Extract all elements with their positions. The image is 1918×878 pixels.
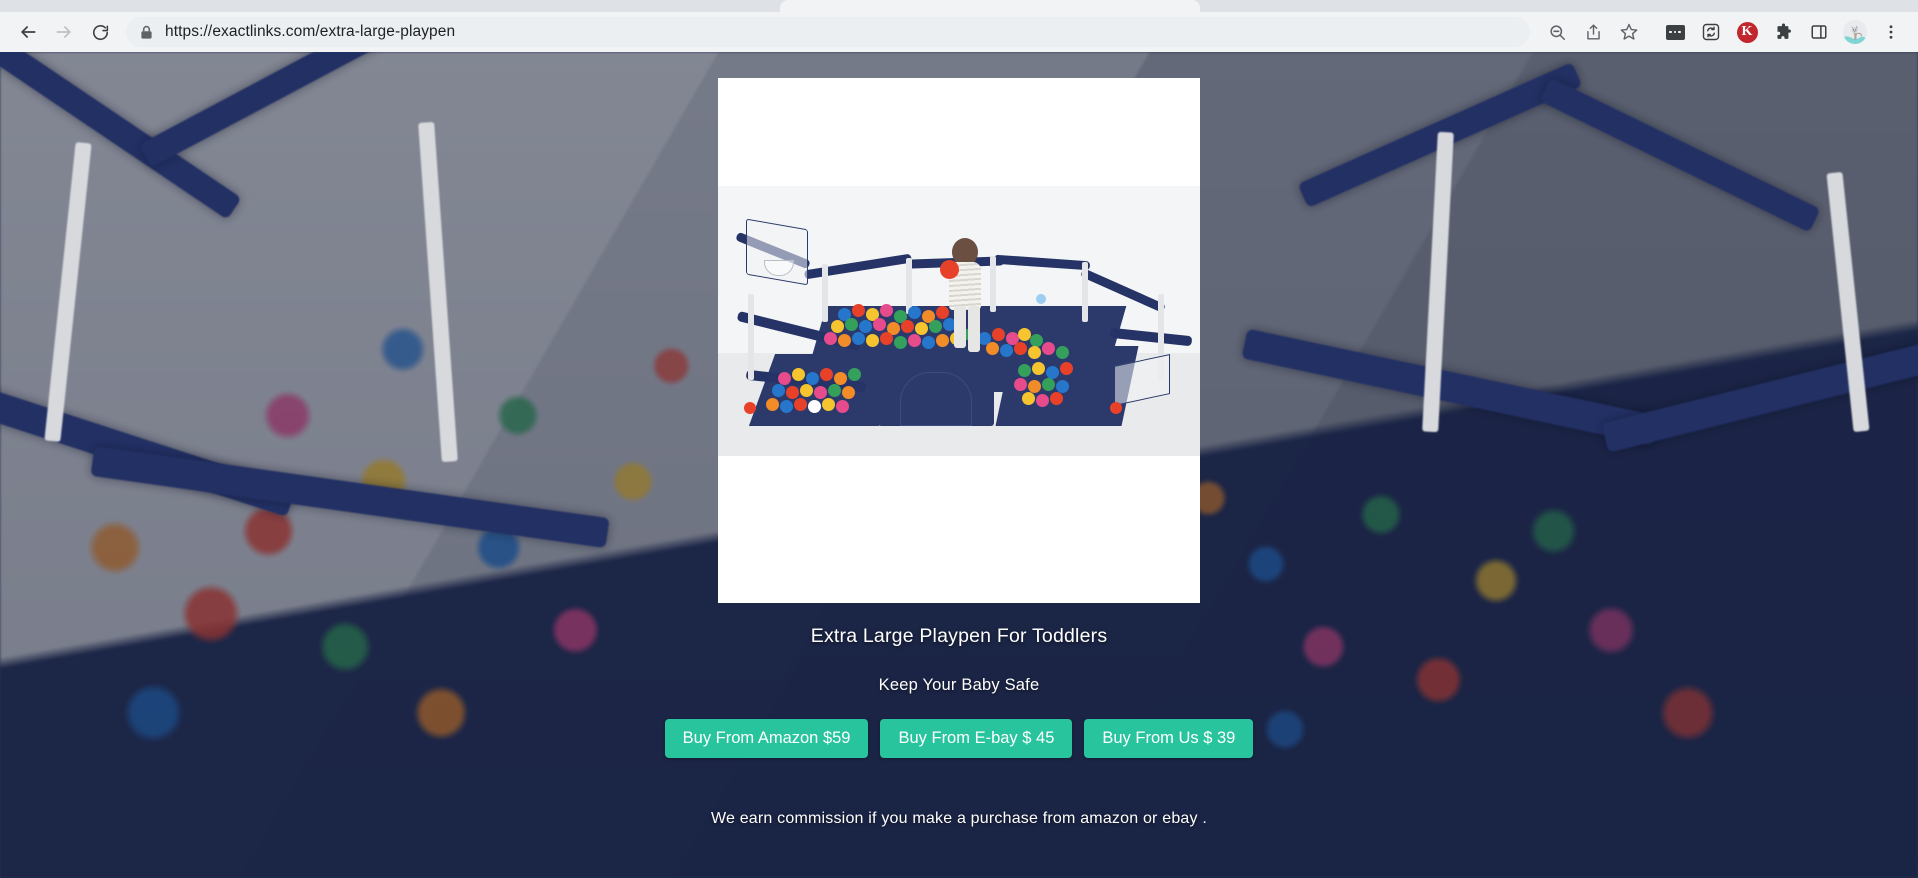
side-panel-icon[interactable] — [1802, 15, 1836, 49]
extensions-puzzle-icon[interactable] — [1766, 15, 1800, 49]
url-text: https://exactlinks.com/extra-large-playp… — [165, 23, 456, 40]
share-icon[interactable] — [1576, 15, 1610, 49]
page-title: Extra Large Playpen For Toddlers — [810, 625, 1108, 647]
extension-dots-icon[interactable] — [1658, 15, 1692, 49]
address-bar[interactable]: https://exactlinks.com/extra-large-playp… — [126, 17, 1530, 47]
bookmark-star-icon[interactable] — [1612, 15, 1646, 49]
reload-icon — [92, 24, 108, 40]
lock-icon — [140, 25, 153, 40]
buy-from-amazon-button[interactable]: Buy From Amazon $59 — [664, 719, 869, 758]
toolbar-actions: K — [1540, 15, 1908, 49]
active-tab[interactable] — [780, 0, 1200, 12]
buy-buttons-row: Buy From Amazon $59 Buy From E-bay $ 45 … — [664, 719, 1254, 758]
page-viewport: Extra Large Playpen For Toddlers Keep Yo… — [0, 52, 1918, 878]
affiliate-disclaimer: We earn commission if you make a purchas… — [710, 809, 1208, 827]
product-photo — [718, 186, 1200, 456]
browser-window: https://exactlinks.com/extra-large-playp… — [0, 0, 1918, 878]
buy-from-ebay-button[interactable]: Buy From E-bay $ 45 — [880, 719, 1073, 758]
buy-from-us-button[interactable]: Buy From Us $ 39 — [1084, 719, 1254, 758]
back-arrow-icon — [21, 26, 36, 38]
page-subtitle: Keep Your Baby Safe — [878, 676, 1040, 694]
forward-arrow-icon — [56, 26, 71, 38]
cat-avatar-icon — [1843, 20, 1867, 44]
back-button[interactable] — [10, 14, 46, 50]
page-content: Extra Large Playpen For Toddlers Keep Yo… — [0, 52, 1918, 878]
reload-button[interactable] — [82, 14, 118, 50]
tab-strip — [0, 0, 1918, 12]
browser-toolbar: https://exactlinks.com/extra-large-playp… — [0, 12, 1918, 52]
chrome-menu-icon[interactable] — [1874, 15, 1908, 49]
sync-refresh-icon[interactable] — [1694, 15, 1728, 49]
toddler-toy-ball — [940, 260, 959, 279]
profile-avatar[interactable] — [1838, 15, 1872, 49]
kaspersky-letter: K — [1736, 21, 1758, 43]
kaspersky-icon[interactable]: K — [1730, 15, 1764, 49]
product-image-card — [718, 78, 1200, 603]
forward-button[interactable] — [46, 14, 82, 50]
zoom-out-icon[interactable] — [1540, 15, 1574, 49]
